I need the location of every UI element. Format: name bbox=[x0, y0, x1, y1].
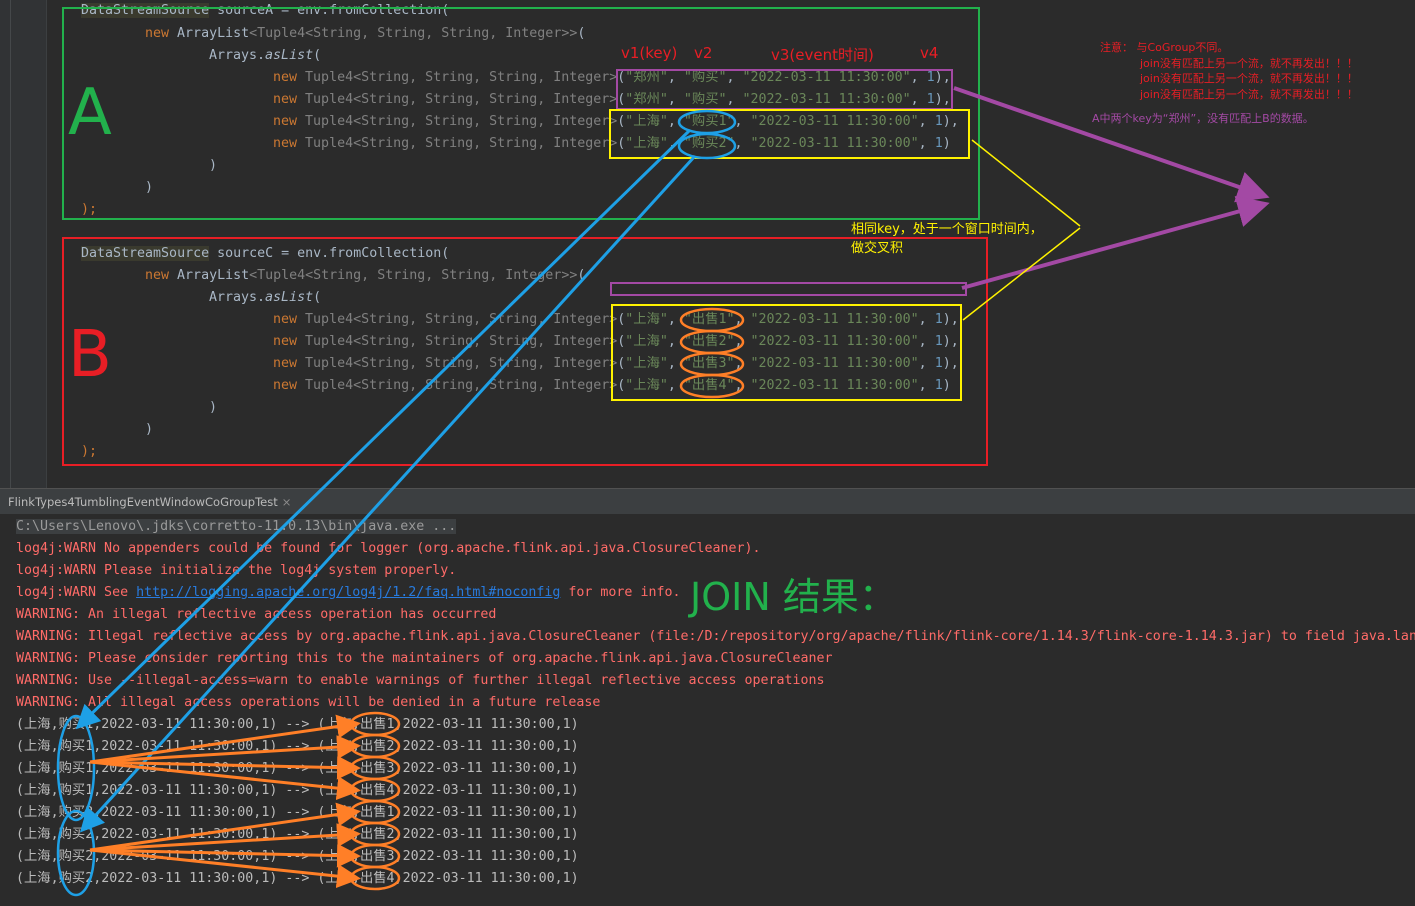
console-line: WARNING: Use --illegal-access=warn to en… bbox=[16, 673, 825, 688]
code-line: Arrays.asList( bbox=[209, 290, 322, 305]
code-line: ) bbox=[209, 158, 218, 173]
code-line: new ArrayList<Tuple4<String, String, Str… bbox=[145, 26, 586, 41]
console-line: log4j:WARN See http://logging.apache.org… bbox=[16, 585, 681, 600]
join-result-label: JOIN 结果： bbox=[690, 575, 897, 619]
gutter-divider bbox=[10, 0, 11, 488]
code-line: ) bbox=[145, 180, 154, 195]
code-line: new ArrayList<Tuple4<String, String, Str… bbox=[145, 268, 586, 283]
code-line: new Tuple4<String, String, String, Integ… bbox=[273, 92, 951, 107]
result-line: (上海,购买1,2022-03-11 11:30:00,1) --> (上海,出… bbox=[16, 761, 579, 776]
console-line: WARNING: Illegal reflective access by or… bbox=[16, 629, 1415, 644]
console-line: WARNING: Please consider reporting this … bbox=[16, 651, 833, 666]
code-line: ); bbox=[81, 444, 98, 459]
cross-note-1: 相同key，处于一个窗口时间内， bbox=[851, 222, 1043, 237]
code-line: new Tuple4<String, String, String, Integ… bbox=[273, 70, 951, 85]
code-line: new Tuple4<String, String, String, Integ… bbox=[273, 114, 959, 129]
result-line: (上海,购买2,2022-03-11 11:30:00,1) --> (上海,出… bbox=[16, 827, 579, 842]
cross-note-2: 做交叉积 bbox=[851, 241, 904, 256]
result-line: (上海,购买1,2022-03-11 11:30:00,1) --> (上海,出… bbox=[16, 783, 579, 798]
code-line: DataStreamSource sourceA = env.fromColle… bbox=[81, 3, 450, 18]
code-line: new Tuple4<String, String, String, Integ… bbox=[273, 312, 959, 327]
close-icon[interactable]: × bbox=[282, 495, 292, 509]
note-line-4: join没有匹配上另一个流，就不再发出！！！ bbox=[1140, 88, 1358, 101]
header-v4: v4 bbox=[920, 44, 939, 62]
note-line-1: 注意： 与CoGroup不同。 bbox=[1100, 41, 1229, 54]
run-tab[interactable]: FlinkTypes4TumblingEventWindowCoGroupTes… bbox=[0, 489, 299, 515]
note-purple: A中两个key为“郑州”，没有匹配上B的数据。 bbox=[1092, 112, 1314, 125]
console-line: log4j:WARN No appenders could be found f… bbox=[16, 541, 761, 556]
run-tab-bar: FlinkTypes4TumblingEventWindowCoGroupTes… bbox=[0, 488, 1415, 515]
code-line: new Tuple4<String, String, String, Integ… bbox=[273, 136, 951, 151]
code-line: ) bbox=[145, 422, 154, 437]
console-command: C:\Users\Lenovo\.jdks\corretto-11.0.13\b… bbox=[16, 519, 457, 534]
code-line: Arrays.asList( bbox=[209, 48, 322, 63]
header-v3: v3(event时间) bbox=[771, 46, 874, 64]
result-line: (上海,购买2,2022-03-11 11:30:00,1) --> (上海,出… bbox=[16, 849, 579, 864]
result-line: (上海,购买1,2022-03-11 11:30:00,1) --> (上海,出… bbox=[16, 717, 579, 732]
code-line: DataStreamSource sourceC = env.fromColle… bbox=[81, 246, 450, 261]
code-line: new Tuple4<String, String, String, Integ… bbox=[273, 378, 951, 393]
header-v1: v1(key) bbox=[621, 44, 678, 62]
label-b: B bbox=[68, 318, 112, 392]
label-a: A bbox=[68, 76, 112, 150]
result-line: (上海,购买1,2022-03-11 11:30:00,1) --> (上海,出… bbox=[16, 739, 579, 754]
code-line: ) bbox=[209, 400, 218, 415]
note-line-3: join没有匹配上另一个流，就不再发出！！！ bbox=[1140, 72, 1358, 85]
result-line: (上海,购买2,2022-03-11 11:30:00,1) --> (上海,出… bbox=[16, 805, 579, 820]
code-line: new Tuple4<String, String, String, Integ… bbox=[273, 356, 959, 371]
header-v2: v2 bbox=[694, 44, 713, 62]
console-line: WARNING: All illegal access operations w… bbox=[16, 695, 601, 710]
result-line: (上海,购买2,2022-03-11 11:30:00,1) --> (上海,出… bbox=[16, 871, 579, 886]
code-line: ); bbox=[81, 202, 98, 217]
console-line: WARNING: An illegal reflective access op… bbox=[16, 607, 497, 622]
code-line: new Tuple4<String, String, String, Integ… bbox=[273, 334, 959, 349]
note-line-2: join没有匹配上另一个流，就不再发出！！！ bbox=[1140, 57, 1358, 70]
editor-gutter bbox=[0, 0, 47, 488]
console-line: log4j:WARN Please initialize the log4j s… bbox=[16, 563, 457, 578]
faq-link[interactable]: http://logging.apache.org/log4j/1.2/faq.… bbox=[136, 585, 560, 600]
